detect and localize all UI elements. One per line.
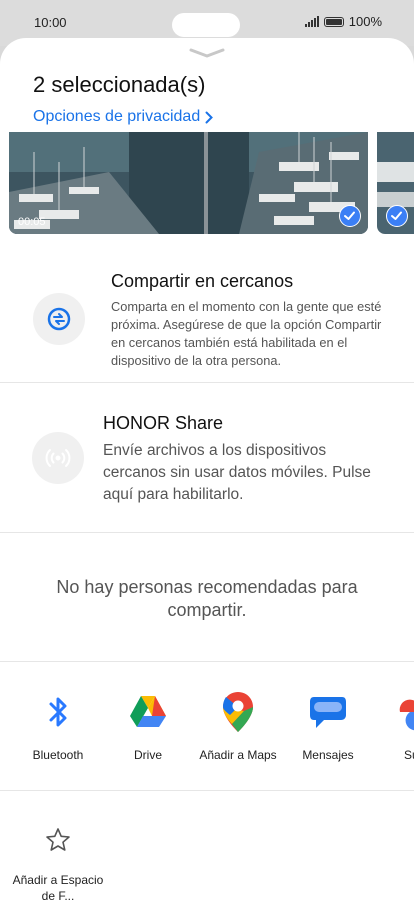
chevron-right-icon xyxy=(205,111,214,123)
selected-check-icon[interactable] xyxy=(386,205,408,227)
honor-share-description: Envíe archivos a los dispositivos cercan… xyxy=(103,442,371,503)
app-label: Mensajes xyxy=(302,748,354,762)
nearby-share-option[interactable]: Compartir en cercanos Comparta en el mom… xyxy=(0,268,414,382)
app-drive[interactable]: Drive xyxy=(103,690,193,762)
nearby-share-description: Comparta en el momento con la gente que … xyxy=(111,299,382,369)
app-label: Subir xyxy=(403,748,414,762)
share-sheet: 2 seleccionada(s) Opciones de privacidad xyxy=(0,38,414,924)
nearby-share-icon xyxy=(33,293,85,345)
divider xyxy=(0,532,414,533)
sheet-title: 2 seleccionada(s) xyxy=(33,72,206,97)
app-label: Añadir a Maps xyxy=(199,748,277,762)
app-maps[interactable]: Añadir a Maps xyxy=(193,690,283,762)
selected-media-strip[interactable]: 00:05 xyxy=(9,132,414,234)
no-recommendations-message: No hay personas recomendadas para compar… xyxy=(56,577,358,621)
favorites-label: Añadir a Espacio de F... xyxy=(12,873,104,903)
media-thumbnail[interactable] xyxy=(377,132,414,234)
app-label: Bluetooth xyxy=(32,748,84,762)
battery-icon xyxy=(323,16,344,27)
privacy-options-link[interactable]: Opciones de privacidad xyxy=(33,108,214,126)
nearby-share-title: Compartir en cercanos xyxy=(111,271,294,291)
privacy-options-label: Opciones de privacidad xyxy=(33,108,201,125)
sheet-handle-icon[interactable] xyxy=(188,48,226,58)
selected-check-icon[interactable] xyxy=(339,205,361,227)
battery-level: 100% xyxy=(348,14,382,29)
camera-cutout xyxy=(172,13,240,37)
app-label: Drive xyxy=(133,748,162,762)
app-messages[interactable]: Mensajes xyxy=(283,690,373,762)
app-bluetooth[interactable]: Bluetooth xyxy=(13,690,103,762)
media-thumbnail[interactable]: 00:05 xyxy=(9,132,368,234)
share-apps-row[interactable]: Bluetooth Drive Añadir a Maps Mensajes S xyxy=(0,662,414,790)
honor-share-option[interactable]: HONOR Share Envíe archivos a los disposi… xyxy=(0,383,414,532)
status-time: 10:00 xyxy=(34,15,67,30)
status-indicators: 100% xyxy=(304,14,382,29)
google-photos-icon xyxy=(396,690,414,734)
honor-share-title: HONOR Share xyxy=(103,413,224,433)
harbor-video-preview xyxy=(9,132,368,234)
wireless-broadcast-icon xyxy=(32,432,84,484)
bluetooth-icon xyxy=(36,690,80,734)
star-icon xyxy=(36,822,80,858)
messages-icon xyxy=(306,690,350,734)
video-duration: 00:05 xyxy=(18,216,46,228)
app-photos[interactable]: Subir xyxy=(373,690,414,762)
divider xyxy=(0,790,414,791)
google-maps-icon xyxy=(216,690,260,734)
google-drive-icon xyxy=(126,690,170,734)
add-to-favorites-item[interactable]: Añadir a Espacio de F... xyxy=(12,822,104,904)
signal-icon xyxy=(304,16,319,27)
